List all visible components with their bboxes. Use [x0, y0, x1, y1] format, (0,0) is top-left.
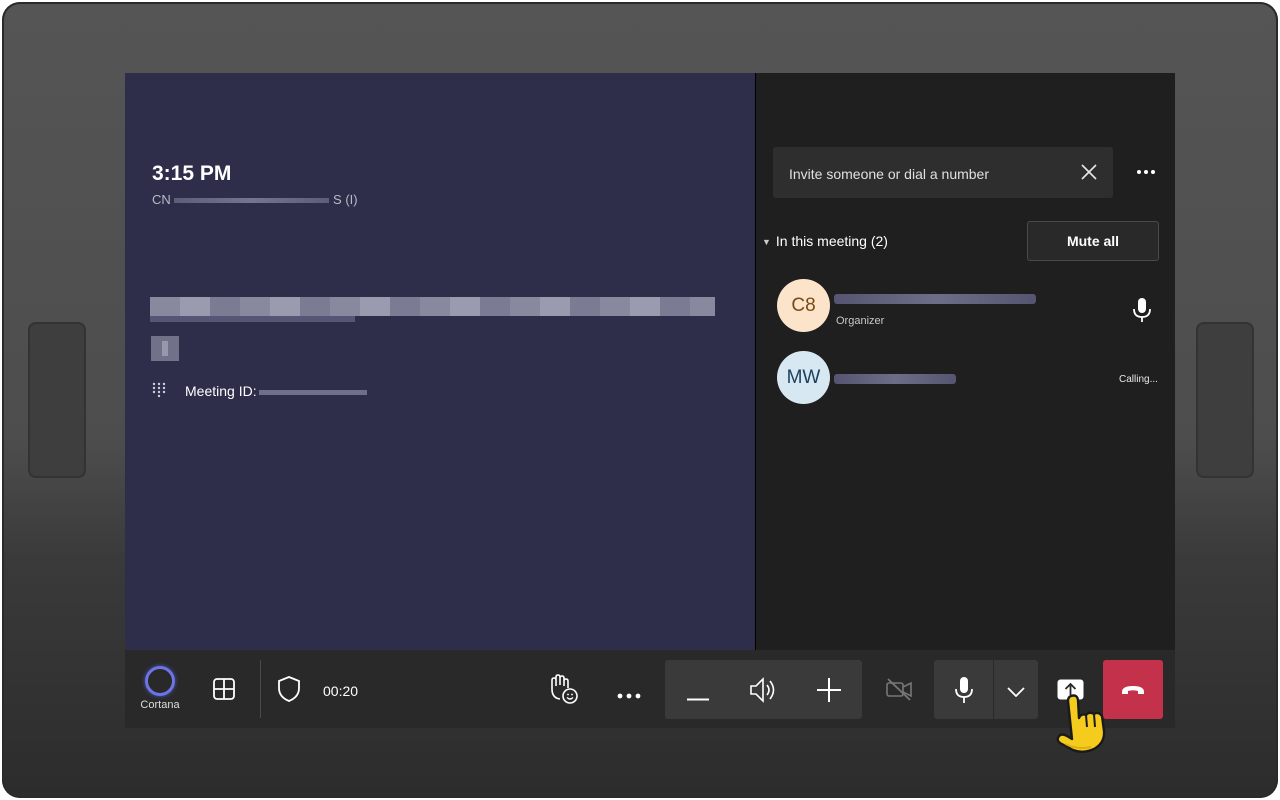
layout-grid-icon[interactable]	[212, 677, 236, 706]
microphone-icon[interactable]	[954, 676, 974, 709]
redacted-participant-name	[834, 294, 1036, 304]
redacted-organizer-name	[174, 198, 330, 204]
mic-group-separator	[993, 660, 994, 719]
avatar: MW	[777, 351, 830, 404]
meeting-time: 3:15 PM	[152, 162, 232, 185]
device-grip-right	[1196, 322, 1254, 478]
call-controls-bar: Cortana 00:20	[125, 650, 1175, 728]
participant-role: Organizer	[836, 315, 885, 327]
mute-all-button[interactable]: Mute all	[1027, 221, 1159, 261]
volume-controls	[665, 660, 862, 719]
device-grip-left	[28, 322, 86, 478]
microphone-icon[interactable]	[1132, 297, 1152, 328]
invite-input[interactable]	[787, 147, 1071, 200]
dialpad-icon	[152, 382, 166, 398]
meeting-id-row: Meeting ID:	[185, 383, 367, 399]
camera-off-icon[interactable]	[885, 677, 913, 706]
meeting-id-label: Meeting ID:	[185, 383, 257, 399]
participant-row[interactable]: C8 Organizer	[777, 279, 1167, 333]
meeting-info-pane: 3:15 PM CN S (I) Meeting ID:	[125, 73, 755, 650]
microphone-controls	[934, 660, 1038, 719]
cortana-label: Cortana	[140, 699, 180, 711]
more-options-icon[interactable]	[1136, 159, 1156, 180]
teams-room-screen: 3:15 PM CN S (I) Meeting ID: Invite some…	[125, 73, 1175, 728]
in-meeting-label: In this meeting (2)	[775, 233, 888, 249]
participants-pane: ▼ In this meeting (2) Mute all C8 Organiz…	[756, 73, 1175, 650]
caret-down-icon: ▼	[762, 237, 771, 248]
more-options-icon[interactable]	[617, 686, 641, 704]
speaker-icon[interactable]	[748, 676, 778, 709]
raise-hand-icon[interactable]	[547, 674, 579, 709]
chevron-down-icon[interactable]	[1007, 684, 1025, 702]
redacted-participant-name	[834, 374, 956, 384]
invite-box	[773, 147, 1113, 200]
redacted-meeting-title	[150, 297, 715, 316]
toolbar-divider	[260, 660, 261, 718]
cortana-button[interactable]: Cortana	[135, 666, 185, 711]
organizer-suffix: S (I)	[333, 192, 358, 207]
participant-row[interactable]: MW Calling...	[777, 351, 1167, 405]
redacted-meeting-subtitle	[150, 316, 355, 322]
volume-up-icon[interactable]	[817, 678, 841, 707]
close-icon[interactable]	[1079, 162, 1099, 182]
avatar: C8	[777, 279, 830, 332]
cortana-icon	[145, 666, 175, 696]
redacted-meeting-id	[258, 389, 367, 395]
shield-icon[interactable]	[277, 675, 301, 708]
volume-down-icon[interactable]	[687, 688, 709, 706]
meeting-organizer-line: CN S (I)	[152, 192, 358, 207]
call-duration: 00:20	[323, 683, 359, 699]
pointer-hand-icon	[1053, 693, 1115, 760]
in-meeting-toggle[interactable]: ▼ In this meeting (2)	[762, 233, 888, 249]
redacted-icon	[151, 336, 179, 361]
organizer-prefix: CN	[152, 192, 171, 207]
participant-status: Calling...	[1119, 374, 1158, 385]
hang-up-icon	[1120, 683, 1146, 701]
